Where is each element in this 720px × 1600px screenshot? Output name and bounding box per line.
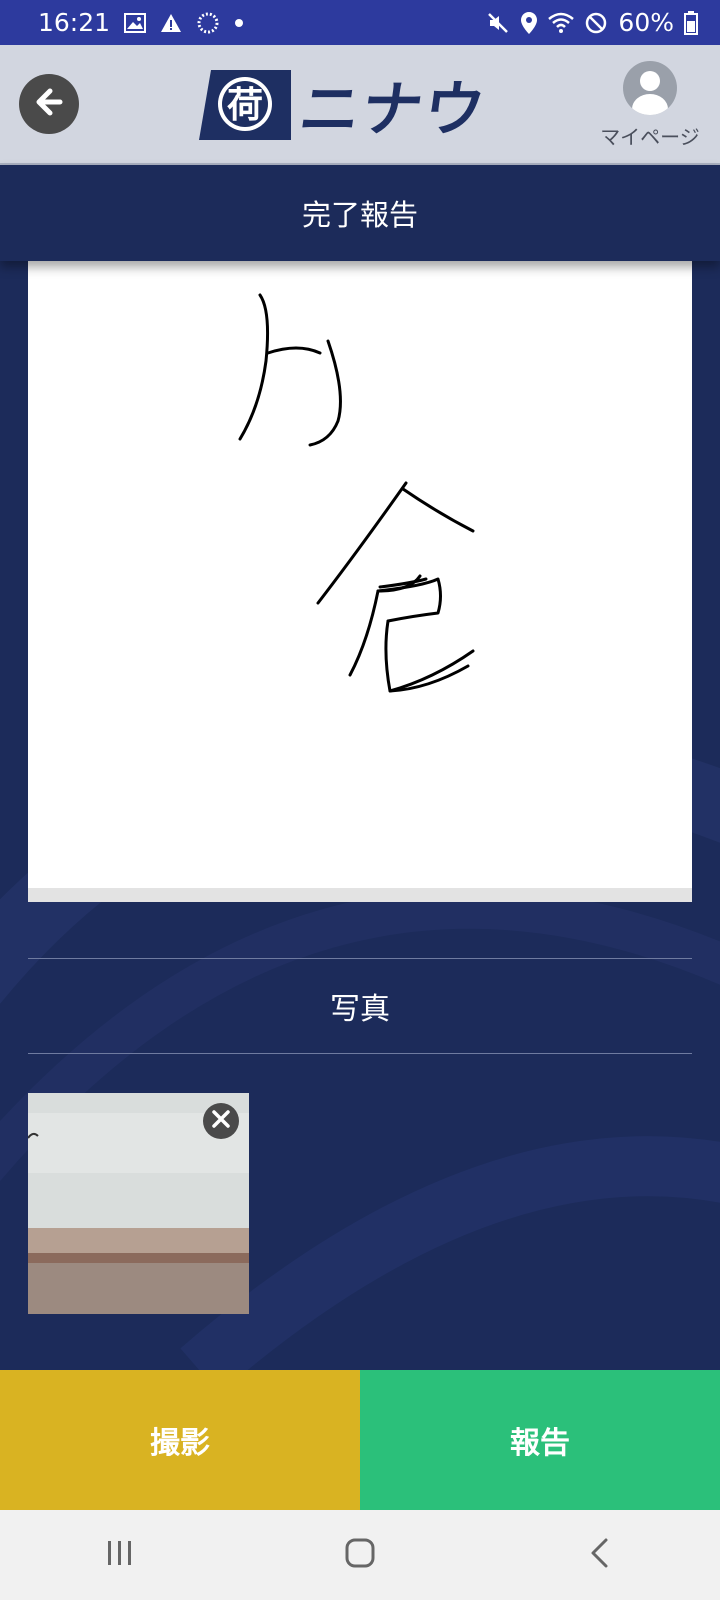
loading-icon — [196, 11, 220, 35]
wifi-icon — [548, 12, 575, 34]
logo-emblem: 荷 — [199, 70, 291, 140]
shoot-button[interactable]: 撮影 — [0, 1370, 360, 1510]
shoot-button-label: 撮影 — [150, 1426, 210, 1461]
location-icon — [520, 11, 538, 35]
page-title: 完了報告 — [0, 165, 720, 261]
signature-pad-footer — [28, 888, 692, 902]
battery-percent: 60% — [618, 8, 674, 37]
status-bar: 16:21 60% — [0, 0, 720, 45]
photo-section-title: 写真 — [330, 992, 390, 1027]
battery-icon — [684, 10, 698, 35]
warning-icon — [160, 13, 182, 33]
arrow-left-icon — [32, 85, 66, 123]
logo-emblem-text: 荷 — [227, 85, 263, 126]
mypage-button[interactable]: マイページ — [592, 61, 708, 151]
recent-apps-icon — [105, 1539, 135, 1571]
status-right: 60% — [486, 8, 698, 37]
recent-apps-button[interactable] — [90, 1525, 150, 1585]
status-left: 16:21 — [38, 8, 244, 37]
back-button[interactable] — [19, 74, 79, 134]
system-nav-bar — [0, 1510, 720, 1600]
bottom-action-bar: 撮影 報告 — [0, 1370, 720, 1510]
page-title-text: 完了報告 — [301, 198, 418, 232]
mute-icon — [486, 11, 510, 35]
close-icon — [211, 1109, 231, 1133]
photo-section-header: 写真 — [28, 958, 692, 1054]
image-icon — [124, 12, 147, 33]
chevron-left-icon — [588, 1537, 612, 1573]
home-button[interactable] — [330, 1525, 390, 1585]
report-button-label: 報告 — [510, 1426, 570, 1461]
block-icon — [584, 11, 608, 35]
avatar-icon — [623, 61, 677, 115]
report-button[interactable]: 報告 — [360, 1370, 720, 1510]
system-back-button[interactable] — [570, 1525, 630, 1585]
status-time: 16:21 — [38, 8, 111, 37]
signature-drawing — [238, 293, 475, 693]
photo-remove-button[interactable] — [203, 1103, 239, 1139]
logo-text: ニナウ — [295, 74, 492, 145]
dot-icon — [234, 18, 244, 28]
mypage-label: マイページ — [600, 125, 700, 149]
app-header: 荷 ニナウ マイページ — [0, 45, 720, 165]
app-logo: 荷 ニナウ — [197, 66, 527, 145]
home-icon — [344, 1537, 376, 1573]
signature-pad[interactable] — [28, 261, 692, 902]
